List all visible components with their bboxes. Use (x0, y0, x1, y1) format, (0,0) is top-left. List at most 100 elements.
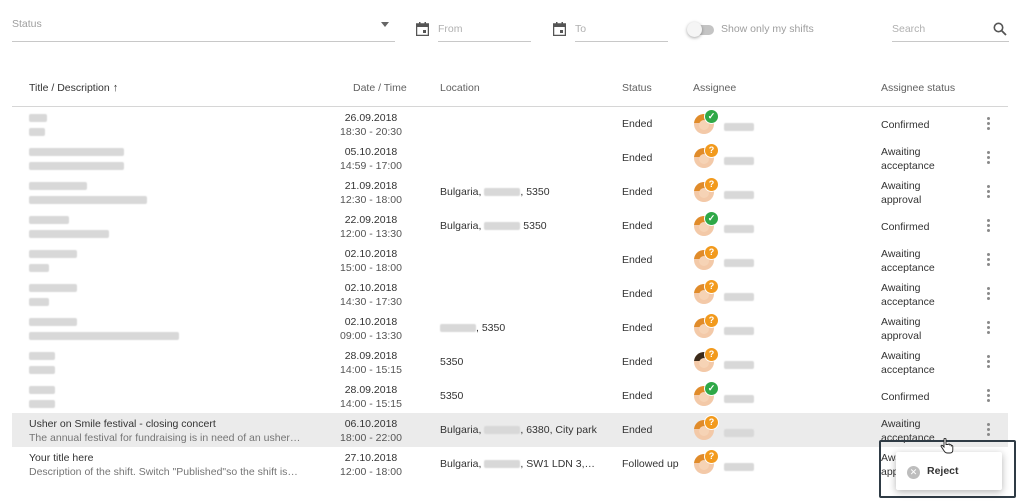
status-filter-select[interactable]: Status (12, 12, 395, 42)
row-assignee[interactable]: ? (694, 347, 789, 375)
table-row[interactable]: 02.10.2018 09:00 - 13:30 , 5350 Ended? Awai… (12, 311, 1008, 345)
row-description (29, 194, 147, 206)
pending-badge-icon: ? (704, 143, 719, 158)
column-header-assignee[interactable]: Assignee (693, 82, 736, 94)
row-title: Usher on Smile festival - closing concer… (29, 418, 216, 430)
more-vert-icon[interactable] (987, 253, 991, 267)
hand-cursor-icon (940, 438, 954, 454)
assignee-name-redacted (724, 395, 754, 403)
assignee-status-line1: Awaiting (881, 418, 921, 430)
row-assignee-status: Confirmed (881, 390, 929, 404)
search-icon[interactable] (993, 22, 1007, 36)
column-header-title-label: Title / Description (29, 82, 110, 94)
date-to-input[interactable]: To (575, 20, 668, 42)
more-vert-icon[interactable] (987, 219, 991, 233)
column-header-location[interactable]: Location (440, 82, 480, 94)
row-location-head: Bulgaria, (440, 458, 482, 470)
row-assignee[interactable]: ? (694, 415, 789, 443)
row-title (29, 180, 87, 192)
status-filter-placeholder: Status (12, 18, 42, 30)
row-title (29, 350, 55, 362)
assignee-status-line1: Awaiting (881, 350, 921, 362)
row-description (29, 126, 45, 138)
row-date: 27.10.2018 (344, 452, 398, 464)
row-title (29, 248, 77, 260)
row-assignee[interactable]: ✓ (694, 211, 789, 239)
more-vert-icon[interactable] (987, 151, 991, 165)
row-time: 14:00 - 15:15 (340, 364, 402, 376)
row-location: , 5350 (440, 322, 505, 334)
pending-badge-icon: ? (704, 177, 719, 192)
column-header-date[interactable]: Date / Time (353, 82, 407, 94)
assignee-status-line1: Awaiting (881, 316, 921, 328)
row-assignee-status: Awaiting approval (881, 315, 921, 343)
assignee-status-line2: approval (881, 194, 922, 206)
row-description (29, 296, 49, 308)
row-location-redacted (484, 460, 521, 469)
table-row[interactable]: 02.10.2018 14:30 - 17:30 Ended? Awaiting acc… (12, 277, 1008, 311)
column-header-status[interactable]: Status (622, 82, 652, 94)
row-status: Ended (622, 254, 653, 266)
row-assignee[interactable]: ✓ (694, 109, 789, 137)
more-vert-icon[interactable] (987, 185, 991, 199)
row-description (29, 364, 55, 376)
table-row[interactable]: Your title here Description of the shift.… (12, 447, 1008, 481)
row-assignee[interactable]: ? (694, 279, 789, 307)
row-title (29, 146, 124, 158)
table-row[interactable]: 28.09.2018 14:00 - 15:15 5350 Ended ✓ Confirm… (12, 379, 1008, 413)
row-assignee[interactable]: ? (694, 313, 789, 341)
row-location-redacted (440, 324, 476, 333)
column-header-assignee-status[interactable]: Assignee status (881, 82, 955, 94)
row-status: Ended (622, 390, 653, 402)
table-row[interactable]: 05.10.2018 14:59 - 17:00 Ended? Awaiting acc… (12, 141, 1008, 175)
assignee-status-line2: acceptance (881, 262, 935, 274)
sort-arrow-up-icon[interactable]: ↑ (113, 82, 119, 94)
close-circle-icon: ✕ (907, 466, 920, 479)
row-assignee[interactable]: ? (694, 449, 789, 477)
column-header-title[interactable]: Title / Description ↑ (29, 82, 118, 94)
row-assignee[interactable]: ✓ (694, 381, 789, 409)
more-vert-icon[interactable] (987, 321, 991, 335)
shifts-table: Title / Description ↑ Date / Time Locatio… (12, 70, 1008, 481)
toggle-knob[interactable] (687, 22, 702, 37)
check-badge-icon: ✓ (704, 211, 719, 226)
row-location-tail: , 5350 (476, 322, 506, 334)
row-location-tail: 5350 (520, 220, 547, 232)
table-row[interactable]: 26.09.2018 18:30 - 20:30 Ended ✓ Confirmed (12, 107, 1008, 141)
row-status: Ended (622, 186, 653, 198)
table-row[interactable]: 21.09.2018 12:30 - 18:00 Bulgaria, , 5350 E… (12, 175, 1008, 209)
date-from-input[interactable]: From (438, 20, 531, 42)
filter-bar: Status From To Show only my shifts Searc… (0, 0, 1024, 60)
assignee-name-redacted (724, 361, 754, 369)
row-assignee[interactable]: ? (694, 245, 789, 273)
row-location-head: Bulgaria, (440, 186, 482, 198)
more-vert-icon[interactable] (987, 423, 991, 437)
row-date: 06.10.2018 (344, 418, 398, 430)
row-assignee[interactable]: ? (694, 177, 789, 205)
row-description (29, 398, 55, 410)
row-description: Description of the shift. Switch "Publis… (29, 466, 298, 478)
more-vert-icon[interactable] (987, 117, 991, 131)
table-row[interactable]: 22.09.2018 12:00 - 13:30 Bulgaria, 5350 End… (12, 209, 1008, 243)
table-row[interactable]: 02.10.2018 15:00 - 18:00 Ended? Awaiting acc… (12, 243, 1008, 277)
assignee-name-redacted (724, 293, 754, 301)
row-location-tail: , 5350 (520, 186, 550, 198)
search-field[interactable]: Search (892, 20, 1009, 42)
more-vert-icon[interactable] (987, 389, 991, 403)
reject-menu-item[interactable]: Reject (927, 465, 959, 477)
search-input[interactable]: Search (892, 23, 925, 35)
row-location-head: Bulgaria, (440, 424, 482, 436)
row-assignee-status: Awaiting acceptance (881, 281, 935, 309)
row-assignee[interactable]: ? (694, 143, 789, 171)
more-vert-icon[interactable] (987, 287, 991, 301)
row-assignee-status: Awaiting approval (881, 179, 921, 207)
assignee-name-redacted (724, 157, 754, 165)
more-vert-icon[interactable] (987, 355, 991, 369)
row-actions-menu[interactable]: ✕ Reject (896, 452, 1002, 490)
table-row[interactable]: Usher on Smile festival - closing concer… (12, 413, 1008, 447)
table-row[interactable]: 28.09.2018 14:00 - 15:15 5350 Ended? Awaitin… (12, 345, 1008, 379)
assignee-name-redacted (724, 123, 754, 131)
toggle-label: Show only my shifts (721, 23, 814, 35)
row-location-redacted (484, 222, 521, 231)
row-title (29, 214, 69, 226)
